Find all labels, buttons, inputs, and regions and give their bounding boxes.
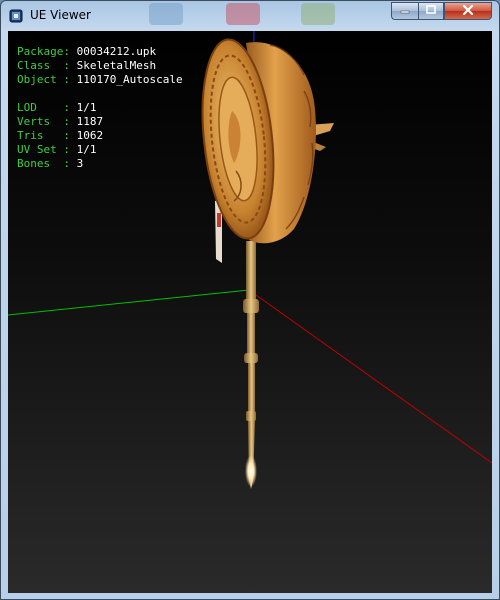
mesh-coin [201,38,316,244]
info-row-verts: Verts : 1187 [17,115,104,128]
background-blur [301,3,335,25]
info-row-uvset: UV Set : 1/1 [17,143,97,156]
info-value: 1187 [76,115,104,128]
maximize-icon [426,4,436,18]
info-label: LOD [17,101,64,114]
info-label: Verts [17,115,64,128]
info-label: Tris [17,129,64,142]
info-value: SkeletalMesh [76,59,157,72]
ue-viewer-icon [9,8,23,23]
info-value: 1/1 [76,143,97,156]
info-row-bones: Bones : 3 [17,157,84,170]
info-label: Bones [17,157,64,170]
info-row-object: Object : 110170_Autoscale [17,73,183,86]
minimize-icon [400,5,410,18]
info-row-package: Package: 00034212.upk [17,45,157,58]
info-value: 1/1 [76,101,97,114]
background-blur [226,3,260,25]
app-window: UE Viewer Package: 00034212.upk Class: … [0,0,500,600]
info-row-tris: Tris : 1062 [17,129,104,142]
x-axis-line [248,289,492,464]
info-label: Object [17,73,64,86]
maximize-button[interactable] [418,2,444,20]
info-row-class: Class : SkeletalMesh [17,59,157,72]
info-value: 1062 [76,129,104,142]
close-icon [462,4,474,19]
title-bar[interactable]: UE Viewer [1,1,499,31]
info-value: 3 [76,157,84,170]
info-value: 00034212.upk [76,45,157,58]
3d-viewport[interactable]: Package: 00034212.upk Class : SkeletalMe… [8,31,492,593]
y-axis-line [8,289,250,316]
info-row-lod: LOD : 1/1 [17,101,97,114]
info-label: UV Set [17,143,64,156]
info-label: Package [17,45,64,58]
window-title: UE Viewer [30,8,91,22]
info-label: Class [17,59,64,72]
background-blur [149,3,183,25]
minimize-button[interactable] [391,2,418,20]
close-button[interactable] [444,2,492,20]
info-value: 110170_Autoscale [76,73,183,86]
mesh-handle [243,241,259,489]
mesh-info-overlay: Package: 00034212.upk Class : SkeletalMe… [17,45,183,171]
